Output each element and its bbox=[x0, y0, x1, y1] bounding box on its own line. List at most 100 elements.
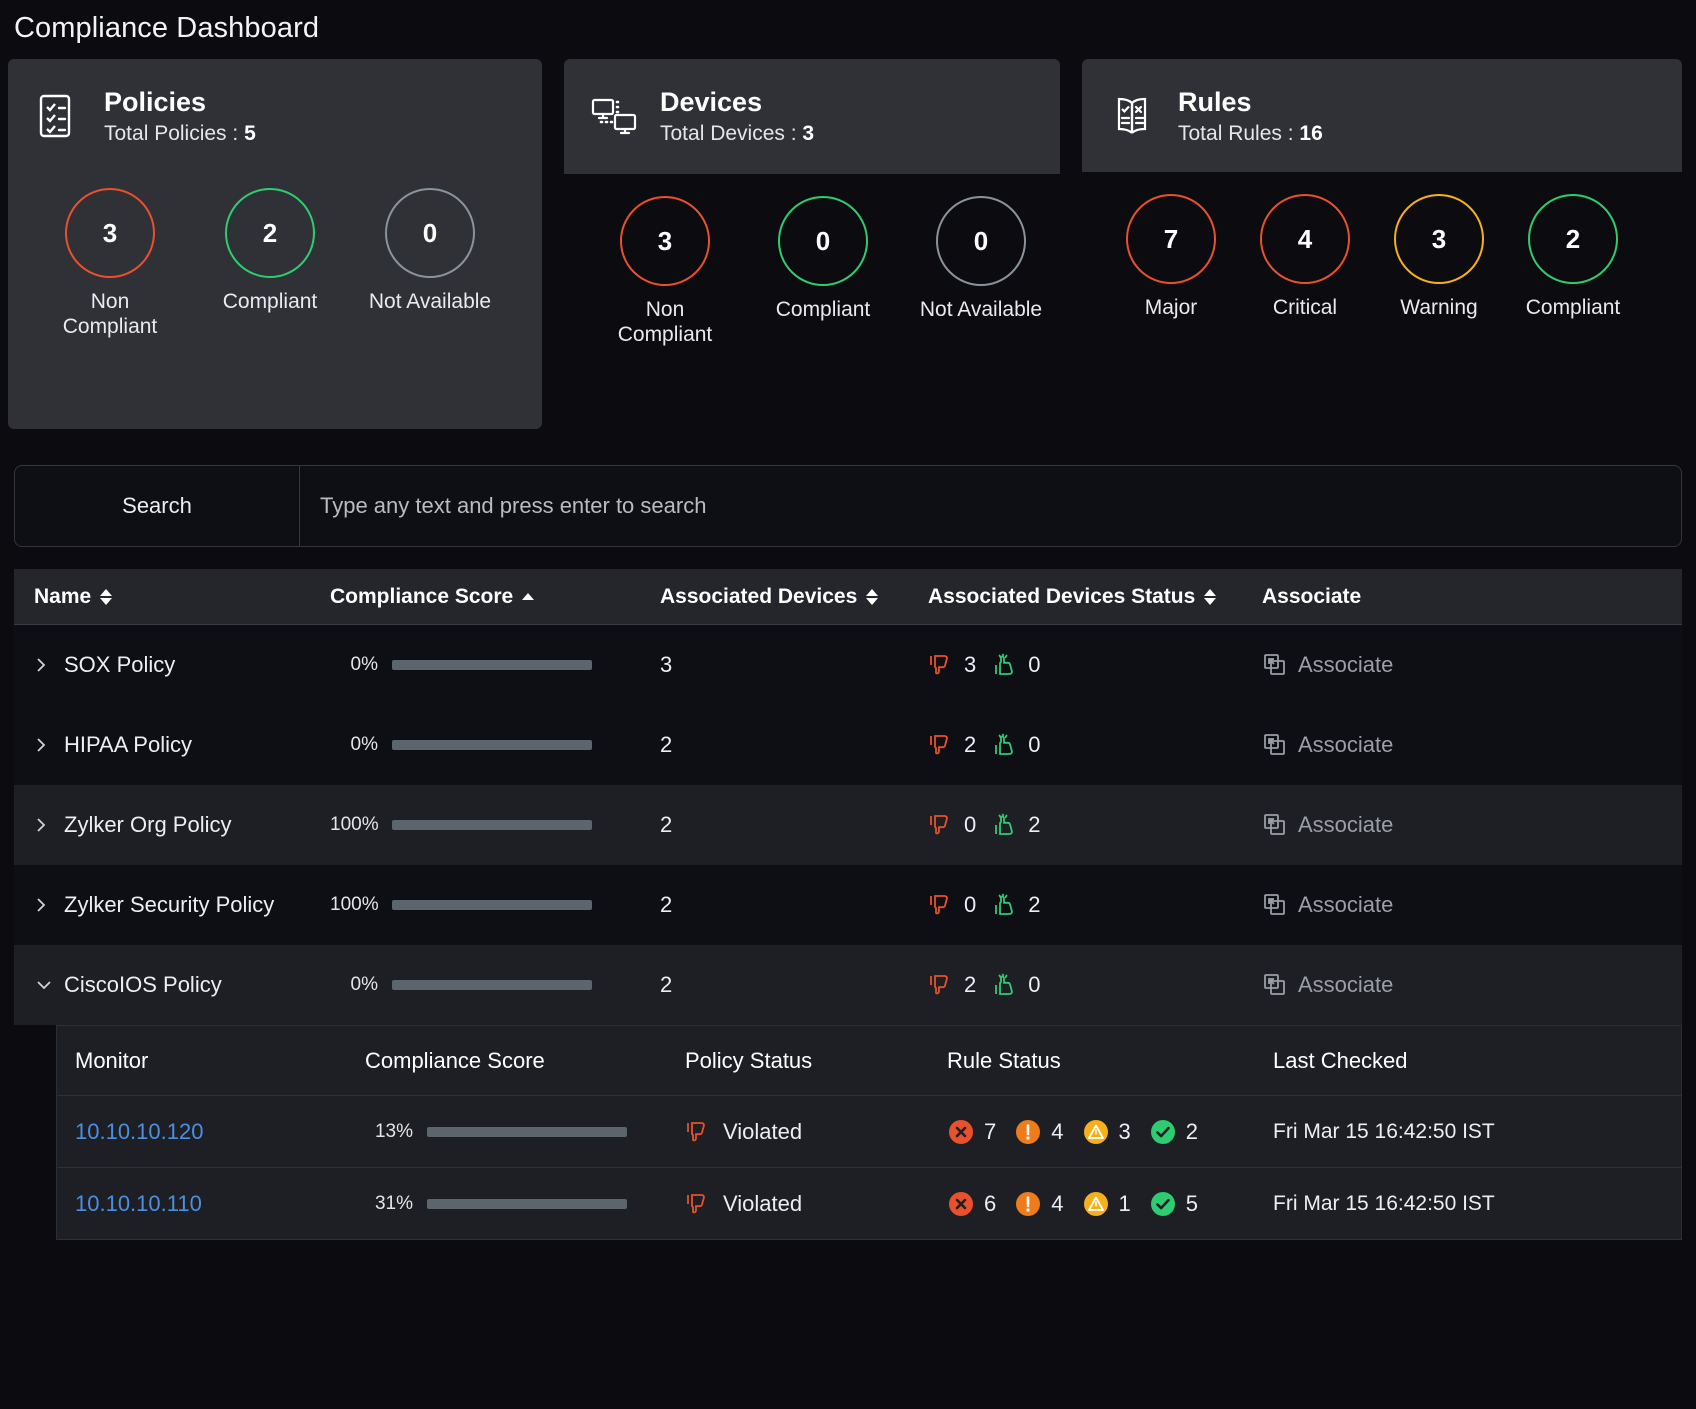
policy-name-cell[interactable]: Zylker Security Policy bbox=[34, 892, 330, 918]
associate-button[interactable]: Associate bbox=[1262, 812, 1393, 838]
thumbs-down-icon bbox=[928, 652, 954, 678]
metric-not-available[interactable]: 0 Not Available bbox=[902, 196, 1060, 323]
last-checked-timestamp: Fri Mar 15 16:42:50 IST bbox=[1273, 1120, 1495, 1144]
metric-major[interactable]: 7 Major bbox=[1104, 194, 1238, 321]
thumbs-down-icon bbox=[685, 1191, 711, 1217]
chevron-down-icon[interactable] bbox=[34, 978, 50, 992]
associate-button[interactable]: Associate bbox=[1262, 652, 1393, 678]
last-checked-cell: Fri Mar 15 16:42:50 IST bbox=[1273, 1192, 1603, 1216]
card-subtitle-value: 5 bbox=[244, 122, 256, 145]
score-percent: 0% bbox=[330, 734, 392, 756]
table-row[interactable]: Zylker Org Policy 100% 2 0 bbox=[14, 785, 1682, 865]
non-compliant-count: 2 bbox=[964, 732, 992, 758]
table-row[interactable]: CiscoIOS Policy 0% 2 2 bbox=[14, 945, 1682, 1025]
summary-cards: Policies Total Policies : 5 3 NonComplia… bbox=[0, 59, 1696, 439]
policy-name-cell[interactable]: CiscoIOS Policy bbox=[34, 972, 330, 998]
compliant-count: 5 bbox=[1186, 1191, 1198, 1217]
metric-non-compliant[interactable]: 3 NonCompliant bbox=[30, 188, 190, 340]
compliance-score-cell: 13% bbox=[365, 1121, 685, 1143]
search-input[interactable] bbox=[300, 466, 1681, 546]
associated-devices-count: 2 bbox=[660, 972, 928, 998]
associate-button[interactable]: Associate bbox=[1262, 892, 1393, 918]
metric-compliant[interactable]: 2 Compliant bbox=[190, 188, 350, 315]
metric-warning[interactable]: 3 Warning bbox=[1372, 194, 1506, 321]
policy-status-cell: Violated bbox=[685, 1119, 947, 1145]
associate-icon bbox=[1262, 652, 1288, 678]
non-compliant-group: 0 bbox=[928, 812, 992, 838]
score-progress-bar bbox=[392, 900, 592, 910]
metric-critical[interactable]: 4 Critical bbox=[1238, 194, 1372, 321]
metric-label: Warning bbox=[1372, 296, 1506, 321]
policy-name-cell[interactable]: HIPAA Policy bbox=[34, 732, 330, 758]
non-compliant-group: 0 bbox=[928, 892, 992, 918]
associate-cell[interactable]: Associate bbox=[1262, 732, 1562, 758]
monitor-link[interactable]: 10.10.10.120 bbox=[75, 1119, 203, 1145]
table-row[interactable]: SOX Policy 0% 3 3 0 bbox=[14, 625, 1682, 705]
metric-label: Major bbox=[1104, 296, 1238, 321]
table-row[interactable]: Zylker Security Policy 100% 2 0 bbox=[14, 865, 1682, 945]
rules-metrics: 7 Major 4 Critical 3 Warning 2 Compliant bbox=[1082, 172, 1682, 321]
policy-name-cell[interactable]: Zylker Org Policy bbox=[34, 812, 330, 838]
compliant-group: 2 bbox=[992, 892, 1056, 918]
associate-button[interactable]: Associate bbox=[1262, 972, 1393, 998]
column-label: Associate bbox=[1262, 585, 1361, 609]
summary-card-policies[interactable]: Policies Total Policies : 5 3 NonComplia… bbox=[8, 59, 542, 429]
policy-status: Violated bbox=[685, 1119, 802, 1145]
associate-cell[interactable]: Associate bbox=[1262, 812, 1562, 838]
metric-non-compliant[interactable]: 3 NonCompliant bbox=[586, 196, 744, 348]
chevron-right-icon[interactable] bbox=[34, 655, 50, 675]
column-header-associated-devices[interactable]: Associated Devices bbox=[660, 585, 928, 609]
summary-card-devices[interactable]: Devices Total Devices : 3 3 NonCompliant… bbox=[564, 59, 1060, 429]
column-header-associated-devices-status[interactable]: Associated Devices Status bbox=[928, 585, 1262, 609]
card-header: Rules Total Rules : 16 bbox=[1082, 59, 1682, 172]
subtable-row[interactable]: 10.10.10.120 13% Violated bbox=[57, 1096, 1681, 1168]
score-progress-bar bbox=[392, 740, 592, 750]
subtable-row[interactable]: 10.10.10.110 31% Violated bbox=[57, 1168, 1681, 1240]
monitors-subtable: Monitor Compliance Score Policy Status R… bbox=[56, 1025, 1682, 1240]
sort-both-icon[interactable] bbox=[866, 589, 878, 605]
chevron-right-icon[interactable] bbox=[34, 735, 50, 755]
column-header-compliance-score[interactable]: Compliance Score bbox=[330, 585, 660, 609]
score-percent: 100% bbox=[330, 894, 392, 916]
associated-devices-status-cell: 2 0 bbox=[928, 972, 1262, 998]
monitor-link[interactable]: 10.10.10.110 bbox=[75, 1191, 202, 1217]
thumbs-down-icon bbox=[928, 812, 954, 838]
warning-triangle-icon bbox=[1082, 1118, 1110, 1146]
major-exclamation-icon bbox=[1014, 1190, 1042, 1218]
metric-value: 4 bbox=[1260, 194, 1350, 284]
policy-name-cell[interactable]: SOX Policy bbox=[34, 652, 330, 678]
monitor-cell[interactable]: 10.10.10.120 bbox=[75, 1119, 365, 1145]
policy-status-label: Violated bbox=[723, 1119, 802, 1145]
policy-status-cell: Violated bbox=[685, 1191, 947, 1217]
card-title: Devices bbox=[660, 87, 814, 118]
associate-icon bbox=[1262, 972, 1288, 998]
table-row[interactable]: HIPAA Policy 0% 2 2 bbox=[14, 705, 1682, 785]
column-header-name[interactable]: Name bbox=[34, 585, 330, 609]
sort-ascending-icon[interactable] bbox=[522, 593, 534, 600]
chevron-right-icon[interactable] bbox=[34, 815, 50, 835]
metric-compliant[interactable]: 0 Compliant bbox=[744, 196, 902, 323]
metric-label: Compliant bbox=[744, 298, 902, 323]
associate-cell[interactable]: Associate bbox=[1262, 652, 1562, 678]
metric-label: Not Available bbox=[902, 298, 1060, 323]
chevron-right-icon[interactable] bbox=[34, 895, 50, 915]
sort-both-icon[interactable] bbox=[1204, 589, 1216, 605]
major-exclamation-icon bbox=[1014, 1118, 1042, 1146]
policy-name: Zylker Org Policy bbox=[64, 812, 231, 838]
rule-status-cell: 6 4 bbox=[947, 1190, 1273, 1218]
card-title: Rules bbox=[1178, 87, 1323, 118]
metric-compliant[interactable]: 2 Compliant bbox=[1506, 194, 1640, 321]
monitor-cell[interactable]: 10.10.10.110 bbox=[75, 1191, 365, 1217]
card-subtitle-value: 16 bbox=[1299, 122, 1322, 145]
associate-cell[interactable]: Associate bbox=[1262, 892, 1562, 918]
summary-card-rules[interactable]: Rules Total Rules : 16 7 Major 4 Critica… bbox=[1082, 59, 1682, 389]
associate-cell[interactable]: Associate bbox=[1262, 972, 1562, 998]
search-bar[interactable]: Search bbox=[14, 465, 1682, 547]
compliance-score-cell: 100% bbox=[330, 894, 660, 916]
associated-devices-count: 2 bbox=[660, 732, 928, 758]
metric-not-available[interactable]: 0 Not Available bbox=[350, 188, 510, 315]
associate-button[interactable]: Associate bbox=[1262, 732, 1393, 758]
associate-label: Associate bbox=[1298, 972, 1393, 998]
sort-both-icon[interactable] bbox=[100, 589, 112, 605]
score-progress-bar bbox=[392, 660, 592, 670]
